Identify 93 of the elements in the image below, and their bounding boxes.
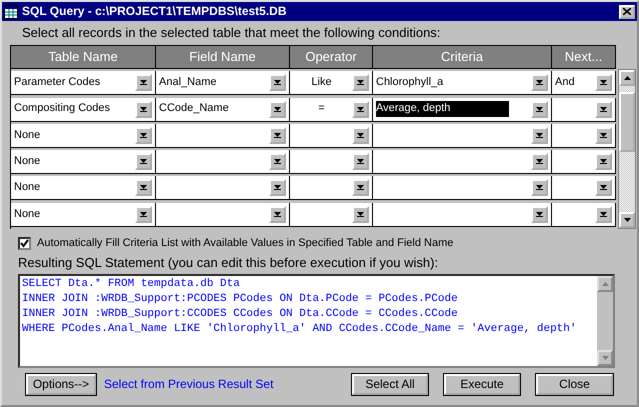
caret-icon bbox=[536, 106, 543, 112]
dropdown-button[interactable] bbox=[595, 206, 612, 223]
autofill-label: Automatically Fill Criteria List with Available Values in Specified Table and Field Name bbox=[37, 237, 454, 250]
next-header: Next... bbox=[552, 46, 616, 69]
scroll-arrow-icon[interactable] bbox=[624, 76, 630, 80]
autofill-checkbox[interactable] bbox=[18, 237, 31, 250]
dropdown-button[interactable] bbox=[135, 206, 152, 223]
caret-icon bbox=[357, 159, 364, 164]
caret-icon bbox=[600, 80, 607, 86]
caret-icon bbox=[357, 212, 364, 217]
caret-icon bbox=[600, 212, 607, 217]
dropdown-button[interactable] bbox=[135, 126, 152, 144]
caret-icon bbox=[600, 185, 607, 190]
operator-header: Operator bbox=[290, 46, 373, 69]
caret-icon bbox=[140, 80, 147, 86]
table-name-cell-text: None bbox=[14, 181, 42, 194]
caret-icon bbox=[274, 106, 281, 112]
caret-icon bbox=[140, 132, 147, 138]
checkmark-icon bbox=[20, 239, 29, 248]
scroll-arrow-icon[interactable] bbox=[624, 218, 630, 222]
dropdown-button[interactable] bbox=[595, 153, 612, 170]
dropdown-button[interactable] bbox=[269, 153, 286, 170]
dropdown-button[interactable] bbox=[352, 126, 369, 144]
field-name-cell-text: CCode_Name bbox=[159, 102, 230, 116]
caret-icon bbox=[536, 185, 543, 190]
dropdown-button[interactable] bbox=[269, 206, 286, 223]
close-button[interactable]: Close bbox=[536, 374, 613, 395]
dropdown-button[interactable] bbox=[352, 179, 369, 196]
caret-icon bbox=[357, 106, 364, 112]
caret-icon bbox=[140, 106, 147, 112]
select-all-button[interactable]: Select All bbox=[352, 374, 428, 395]
dropdown-button[interactable] bbox=[595, 126, 612, 144]
dropdown-button[interactable] bbox=[595, 74, 612, 92]
dropdown-button[interactable] bbox=[531, 126, 548, 144]
criteria-header: Criteria bbox=[373, 46, 552, 69]
dropdown-button[interactable] bbox=[352, 100, 369, 118]
dropdown-button[interactable] bbox=[595, 100, 612, 118]
criteria-cell-text: Chlorophyll_a bbox=[376, 76, 444, 90]
caret-icon bbox=[274, 212, 281, 217]
caret-icon bbox=[600, 132, 607, 138]
options-button[interactable]: Options--> bbox=[26, 374, 96, 395]
table-name-cell-text: Compositing Codes bbox=[14, 102, 111, 116]
dropdown-button[interactable] bbox=[352, 206, 369, 223]
dropdown-button[interactable] bbox=[352, 153, 369, 170]
caret-icon bbox=[274, 159, 281, 164]
table-name-cell-text: Parameter Codes bbox=[14, 76, 102, 90]
dropdown-button[interactable] bbox=[269, 100, 286, 118]
table-name-cell-text: None bbox=[14, 128, 42, 142]
dropdown-button[interactable] bbox=[531, 206, 548, 223]
criteria-cell: Average, depth bbox=[376, 101, 509, 117]
caret-icon bbox=[140, 185, 147, 190]
execute-button[interactable]: Execute bbox=[444, 374, 520, 395]
dropdown-button[interactable] bbox=[531, 74, 548, 92]
table-name-header: Table Name bbox=[11, 46, 156, 69]
table-name-cell-text: None bbox=[14, 155, 42, 168]
dropdown-button[interactable] bbox=[269, 179, 286, 196]
caret-icon bbox=[140, 212, 147, 217]
sql-label: Resulting SQL Statement (you can edit this before execution if you wish): bbox=[18, 255, 438, 270]
caret-icon bbox=[536, 132, 543, 138]
previous-result-link[interactable]: Select from Previous Result Set bbox=[104, 377, 274, 392]
next-cell-text: And bbox=[555, 76, 576, 90]
operator-cell-text: = bbox=[317, 102, 326, 116]
dropdown-button[interactable] bbox=[135, 74, 152, 92]
dropdown-button[interactable] bbox=[135, 100, 152, 118]
dropdown-button[interactable] bbox=[135, 179, 152, 196]
caret-icon bbox=[600, 159, 607, 164]
caret-icon bbox=[536, 80, 543, 86]
dropdown-button[interactable] bbox=[352, 74, 369, 92]
dropdown-button[interactable] bbox=[531, 179, 548, 196]
caret-icon bbox=[274, 132, 281, 138]
caret-icon bbox=[357, 132, 364, 138]
dropdown-button[interactable] bbox=[531, 100, 548, 118]
dropdown-button[interactable] bbox=[269, 74, 286, 92]
caret-icon bbox=[274, 185, 281, 190]
caret-icon bbox=[357, 80, 364, 86]
dropdown-button[interactable] bbox=[531, 153, 548, 170]
caret-icon bbox=[357, 185, 364, 190]
caret-icon bbox=[140, 159, 147, 164]
close-icon[interactable] bbox=[619, 4, 635, 18]
instruction-text: Select all records in the selected table that meet the following conditions: bbox=[22, 25, 440, 40]
dropdown-button[interactable] bbox=[595, 179, 612, 196]
operator-cell-text: Like bbox=[310, 76, 333, 90]
caret-icon bbox=[536, 212, 543, 217]
dropdown-button[interactable] bbox=[269, 126, 286, 144]
field-name-header: Field Name bbox=[156, 46, 290, 69]
caret-icon bbox=[536, 159, 543, 164]
table-name-cell-text: None bbox=[14, 208, 42, 221]
window-title: SQL Query - c:\PROJECT1\TEMPDBS\test5.DB bbox=[22, 4, 288, 19]
dropdown-button[interactable] bbox=[135, 153, 152, 170]
caret-icon bbox=[600, 106, 607, 112]
grid-scrollbar[interactable] bbox=[618, 69, 636, 229]
caret-icon bbox=[274, 80, 281, 86]
field-name-cell-text: Anal_Name bbox=[159, 76, 218, 90]
